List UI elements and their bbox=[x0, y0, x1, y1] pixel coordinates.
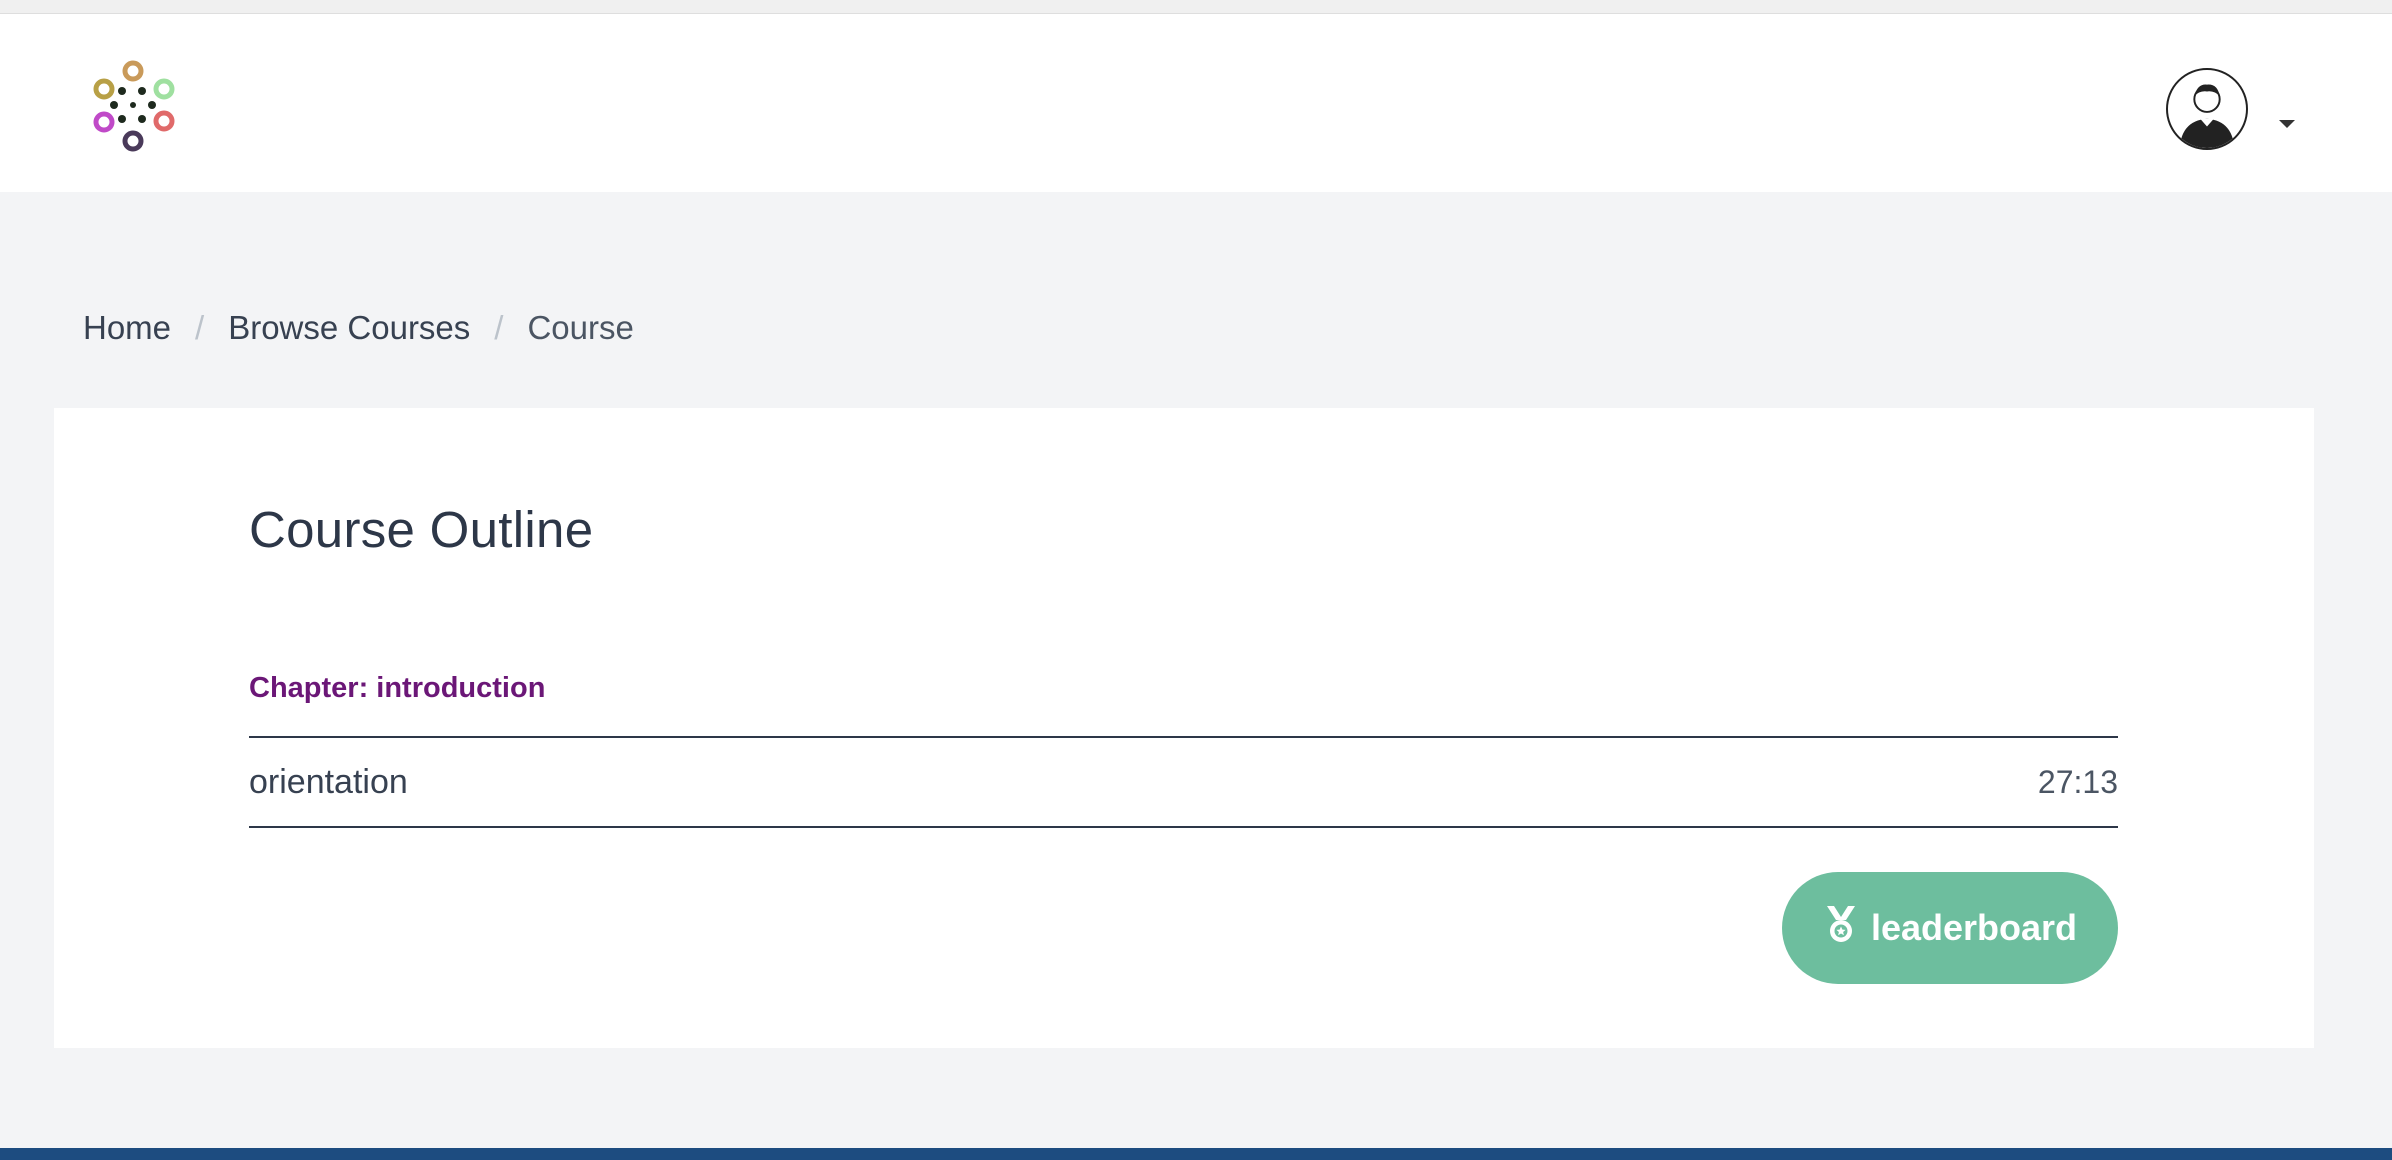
page-title: Course Outline bbox=[249, 501, 594, 558]
chevron-down-icon[interactable] bbox=[2279, 120, 2295, 128]
leaderboard-label: leaderboard bbox=[1870, 907, 2078, 948]
lesson-duration: 27:13 bbox=[2037, 763, 2118, 800]
brand-logo[interactable] bbox=[88, 59, 178, 159]
breadcrumb-separator: / bbox=[195, 309, 205, 346]
breadcrumb-separator: / bbox=[494, 309, 504, 346]
user-avatar[interactable] bbox=[2166, 68, 2248, 150]
divider bbox=[249, 826, 2118, 828]
top-navbar bbox=[0, 14, 2392, 192]
browser-top-strip bbox=[0, 0, 2392, 14]
breadcrumb-current: Course bbox=[527, 309, 634, 346]
lesson-row[interactable]: orientation 27:13 bbox=[249, 738, 2118, 826]
chapter-heading: Chapter: introduction bbox=[249, 672, 546, 704]
breadcrumb-browse-courses[interactable]: Browse Courses bbox=[228, 309, 470, 347]
footer-bar bbox=[0, 1148, 2392, 1160]
course-outline-card: Course Outline Chapter: introduction ori… bbox=[54, 408, 2314, 1048]
breadcrumb-home[interactable]: Home bbox=[83, 309, 171, 347]
breadcrumb: Home / Browse Courses / Course bbox=[83, 308, 634, 348]
medal-icon bbox=[1823, 904, 1859, 953]
leaderboard-button[interactable]: leaderboard bbox=[1782, 872, 2118, 984]
lesson-title[interactable]: orientation bbox=[249, 763, 408, 802]
